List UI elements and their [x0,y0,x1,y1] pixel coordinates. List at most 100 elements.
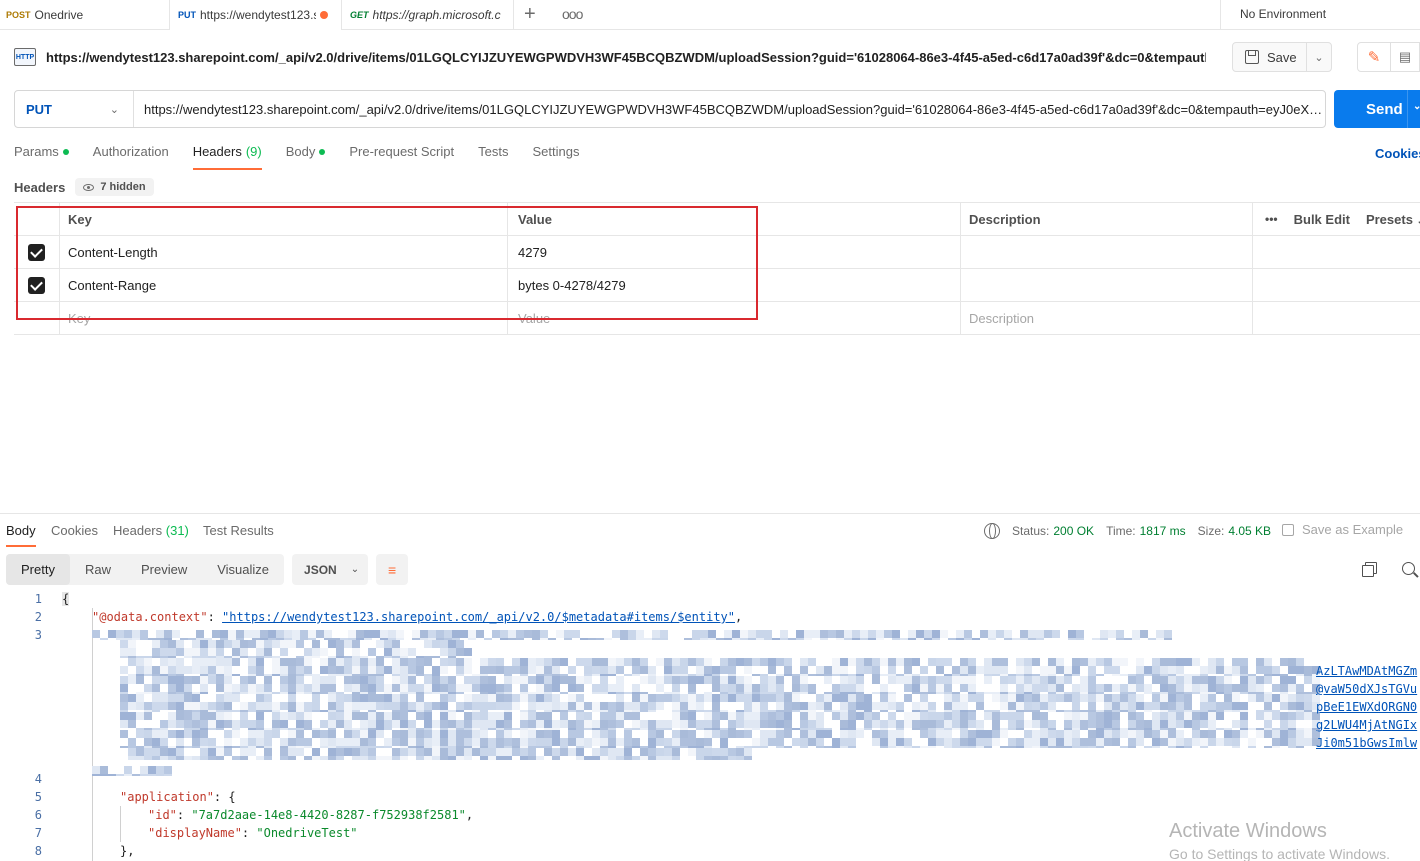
redaction-pixel [576,694,584,702]
redaction-pixel [848,746,856,748]
redaction-pixel [624,748,632,756]
header-key-cell[interactable]: Content-Length [60,236,508,268]
redaction-pixel [1112,702,1120,710]
save-button[interactable]: Save [1233,43,1307,71]
json-link-fragment[interactable]: pBeE1EWXdORGN0 [1316,700,1417,714]
redaction-pixel [592,658,600,666]
redaction-pixel [1016,720,1024,728]
cookies-link[interactable]: Cookies [1375,146,1420,161]
redaction-pixel [616,702,624,710]
response-tab-cookies[interactable]: Cookies [51,523,98,538]
tab-prerequest-script[interactable]: Pre-request Script [349,144,454,170]
format-select[interactable]: JSON ⌄ [292,554,369,585]
view-raw[interactable]: Raw [70,554,126,585]
tab-put-request[interactable]: PUT https://wendytest123.s [170,0,342,30]
save-chevron-down-icon[interactable]: ⌄ [1307,51,1331,64]
redaction-pixel [136,676,144,684]
json-link-fragment[interactable]: g2LWU4MjAtNGIx [1316,718,1417,732]
send-button[interactable]: Send ⌄ [1334,90,1420,128]
more-tabs-icon[interactable]: ooo [562,6,583,22]
new-tab-plus-icon[interactable]: + [524,4,536,24]
redaction-pixel [264,738,272,746]
header-description-cell[interactable] [961,269,1253,301]
redaction-pixel [296,730,304,738]
redaction-pixel [344,666,352,674]
status-value[interactable]: 200 OK [1053,524,1094,538]
json-link-fragment[interactable]: Ji0m51bGwsImlw [1316,736,1417,750]
send-chevron-down-icon[interactable]: ⌄ [1413,101,1420,112]
header-value-cell[interactable]: bytes 0-4278/4279 [508,269,961,301]
tab-body[interactable]: Body [286,144,326,170]
hidden-headers-toggle[interactable]: 7 hidden [75,178,154,196]
redaction-pixel [312,676,320,684]
time-value[interactable]: 1817 ms [1140,524,1186,538]
response-tab-test-results[interactable]: Test Results [203,523,274,538]
method-select[interactable]: PUT ⌄ [15,91,134,127]
new-key-input[interactable]: Key [60,302,508,334]
search-icon[interactable] [1402,562,1415,575]
redaction-pixel [680,712,688,720]
redaction-pixel [720,666,728,674]
redaction-pixel [208,756,216,760]
redaction-pixel [864,728,872,730]
redaction-pixel [904,684,912,692]
redaction-pixel [1280,684,1288,692]
redaction-pixel [1144,746,1152,748]
tab-settings[interactable]: Settings [532,144,579,170]
tab-headers[interactable]: Headers (9) [192,144,262,170]
redaction-pixel [532,638,540,640]
redaction-pixel [1024,658,1032,666]
row-checkbox[interactable] [14,236,60,268]
row-checkbox[interactable] [14,269,60,301]
view-pretty[interactable]: Pretty [6,554,70,585]
header-description-cell[interactable] [961,236,1253,268]
presets-dropdown[interactable]: Presets ⌄ [1366,212,1420,227]
tab-onedrive[interactable]: POST Onedrive [0,0,170,30]
redaction-pixel [824,694,832,702]
redaction-pixel [240,720,248,728]
redaction-pixel [392,666,400,674]
wrap-lines-icon[interactable]: ≡ [376,554,409,585]
redaction-pixel [528,756,536,760]
redaction-pixel [1028,630,1036,638]
edit-pencil-icon[interactable]: ✎ [1357,42,1391,72]
view-visualize[interactable]: Visualize [202,554,284,585]
request-title[interactable]: https://wendytest123.sharepoint.com/_api… [46,50,1206,65]
tab-params[interactable]: Params [14,144,69,170]
environment-selector[interactable]: No Environment [1220,0,1420,30]
bulk-edit-button[interactable]: Bulk Edit [1294,212,1350,227]
redaction-pixel [128,712,136,720]
redaction-pixel [352,730,360,738]
tab-authorization[interactable]: Authorization [93,144,169,170]
redaction-pixel [576,738,584,746]
view-preview[interactable]: Preview [126,554,202,585]
more-options-icon[interactable]: ••• [1265,212,1278,226]
new-description-input[interactable]: Description [961,302,1253,334]
documentation-icon[interactable]: ▤ [1391,42,1420,72]
redaction-pixel [136,712,144,720]
header-value-cell[interactable]: 4279 [508,236,961,268]
redaction-pixel [704,712,712,720]
response-tab-headers[interactable]: Headers (31) [113,523,189,538]
redaction-pixel [128,640,136,648]
redaction-pixel [856,676,864,684]
url-input[interactable]: https://wendytest123.sharepoint.com/_api… [134,102,1325,117]
response-tab-body[interactable]: Body [6,523,36,547]
redaction-pixel [920,720,928,728]
copy-icon[interactable] [1362,562,1377,577]
redaction-pixel [784,712,792,720]
globe-icon[interactable] [984,523,1000,539]
header-key-cell[interactable]: Content-Range [60,269,508,301]
size-value[interactable]: 4.05 KB [1228,524,1271,538]
redaction-pixel [168,658,176,666]
new-value-input[interactable]: Value [508,302,961,334]
redaction-pixel [808,720,816,728]
save-as-example-button[interactable]: Save as Example [1282,522,1403,537]
tab-get-request[interactable]: GET https://graph.microsoft.c [342,0,514,30]
tab-tests[interactable]: Tests [478,144,508,170]
redaction-pixel [640,702,648,710]
json-link-fragment[interactable]: @vaW50dXJsTGVu [1316,682,1417,696]
json-link-value[interactable]: "https://wendytest123.sharepoint.com/_ap… [222,610,735,624]
json-link-fragment[interactable]: AzLTAwMDAtMGZm [1316,664,1417,678]
redaction-pixel [728,756,736,760]
